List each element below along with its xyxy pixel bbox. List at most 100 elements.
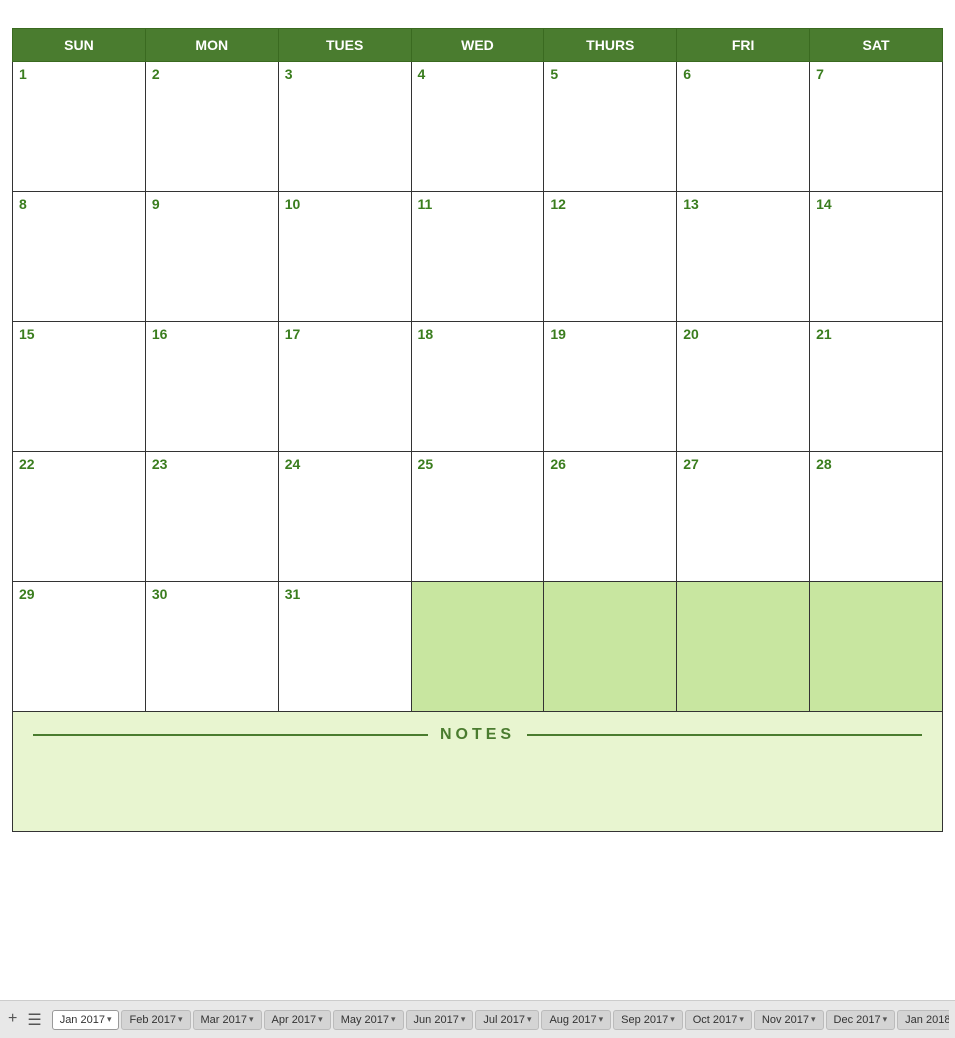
calendar-day-cell[interactable]: 1	[13, 62, 146, 192]
calendar-day-cell[interactable]: 20	[677, 322, 810, 452]
tab-items-container: Jan 2017▾Feb 2017▾Mar 2017▾Apr 2017▾May …	[52, 1010, 949, 1030]
add-tab-icon[interactable]: +	[6, 1008, 19, 1032]
tab-item-aug-2017[interactable]: Aug 2017▾	[541, 1010, 611, 1030]
tab-dropdown-arrow[interactable]: ▾	[599, 1014, 604, 1025]
tab-dropdown-arrow[interactable]: ▾	[811, 1014, 816, 1025]
calendar-week-3: 15 16 17 18 19 20 21	[13, 322, 943, 452]
tab-item-mar-2017[interactable]: Mar 2017▾	[193, 1010, 262, 1030]
day-number: 18	[418, 326, 434, 342]
calendar-day-cell[interactable]: 5	[544, 62, 677, 192]
day-number: 27	[683, 456, 699, 472]
tab-label: Aug 2017	[549, 1014, 596, 1026]
calendar-day-cell[interactable]: 7	[810, 62, 943, 192]
calendar-day-cell[interactable]	[810, 582, 943, 712]
day-number: 6	[683, 66, 691, 82]
day-number: 16	[152, 326, 168, 342]
tab-dropdown-arrow[interactable]: ▾	[739, 1014, 744, 1025]
tab-label: Oct 2017	[693, 1014, 738, 1026]
tab-dropdown-arrow[interactable]: ▾	[670, 1014, 675, 1025]
calendar-day-cell[interactable]: 23	[145, 452, 278, 582]
calendar-day-cell[interactable]: 10	[278, 192, 411, 322]
calendar-day-cell[interactable]: 26	[544, 452, 677, 582]
day-header-mon: MON	[145, 29, 278, 62]
calendar-day-cell[interactable]: 12	[544, 192, 677, 322]
calendar-day-cell[interactable]: 14	[810, 192, 943, 322]
calendar-day-cell[interactable]	[411, 582, 544, 712]
tab-item-feb-2017[interactable]: Feb 2017▾	[121, 1010, 190, 1030]
calendar-day-cell[interactable]: 13	[677, 192, 810, 322]
tab-item-jun-2017[interactable]: Jun 2017▾	[406, 1010, 474, 1030]
calendar-day-cell[interactable]: 24	[278, 452, 411, 582]
calendar-day-cell[interactable]: 25	[411, 452, 544, 582]
day-number: 1	[19, 66, 27, 82]
calendar-day-cell[interactable]: 11	[411, 192, 544, 322]
calendar-day-cell[interactable]: 28	[810, 452, 943, 582]
day-number: 28	[816, 456, 832, 472]
day-number: 23	[152, 456, 168, 472]
calendar-day-cell[interactable]: 6	[677, 62, 810, 192]
day-number: 20	[683, 326, 699, 342]
notes-label: NOTES	[440, 726, 515, 744]
tab-item-jan-2018[interactable]: Jan 2018▾	[897, 1010, 949, 1030]
tab-dropdown-arrow[interactable]: ▾	[107, 1014, 112, 1025]
calendar-day-cell[interactable]: 19	[544, 322, 677, 452]
tab-dropdown-arrow[interactable]: ▾	[318, 1014, 323, 1025]
tab-bar: + ☰ Jan 2017▾Feb 2017▾Mar 2017▾Apr 2017▾…	[0, 1000, 955, 1038]
tab-item-sep-2017[interactable]: Sep 2017▾	[613, 1010, 683, 1030]
tab-label: Jul 2017	[483, 1014, 525, 1026]
tab-dropdown-arrow[interactable]: ▾	[178, 1014, 183, 1025]
day-number: 3	[285, 66, 293, 82]
calendar-day-cell[interactable]	[677, 582, 810, 712]
calendar-week-1: 1 23 456 7	[13, 62, 943, 192]
calendar-day-cell[interactable]: 27	[677, 452, 810, 582]
tab-dropdown-arrow[interactable]: ▾	[391, 1014, 396, 1025]
calendar-day-cell[interactable]: 3	[278, 62, 411, 192]
tab-item-nov-2017[interactable]: Nov 2017▾	[754, 1010, 824, 1030]
menu-icon[interactable]: ☰	[25, 1008, 43, 1032]
day-header-fri: FRI	[677, 29, 810, 62]
notes-cell[interactable]: NOTES	[13, 712, 943, 832]
tab-dropdown-arrow[interactable]: ▾	[249, 1014, 254, 1025]
calendar-day-cell[interactable]: 8	[13, 192, 146, 322]
tab-item-apr-2017[interactable]: Apr 2017▾	[264, 1010, 331, 1030]
calendar-day-cell[interactable]: 2	[145, 62, 278, 192]
day-number: 17	[285, 326, 301, 342]
tab-label: Apr 2017	[272, 1014, 317, 1026]
calendar-week-4: 22 23 242526 27 28	[13, 452, 943, 582]
tab-item-oct-2017[interactable]: Oct 2017▾	[685, 1010, 752, 1030]
day-number: 30	[152, 586, 168, 602]
tab-label: Dec 2017	[834, 1014, 881, 1026]
calendar-day-cell[interactable]: 16	[145, 322, 278, 452]
calendar-day-cell[interactable]	[544, 582, 677, 712]
tab-item-jan-2017[interactable]: Jan 2017▾	[52, 1010, 120, 1030]
day-header-thurs: THURS	[544, 29, 677, 62]
notes-line-left	[33, 734, 428, 736]
tab-dropdown-arrow[interactable]: ▾	[527, 1014, 532, 1025]
calendar-day-cell[interactable]: 22	[13, 452, 146, 582]
day-header-tues: TUES	[278, 29, 411, 62]
notes-inner: NOTES	[33, 722, 922, 744]
tab-item-jul-2017[interactable]: Jul 2017▾	[475, 1010, 539, 1030]
tab-label: Jan 2017	[60, 1014, 105, 1026]
tab-label: Mar 2017	[201, 1014, 247, 1026]
calendar-day-cell[interactable]: 31	[278, 582, 411, 712]
calendar-day-cell[interactable]: 15	[13, 322, 146, 452]
tab-dropdown-arrow[interactable]: ▾	[461, 1014, 466, 1025]
day-number: 14	[816, 196, 832, 212]
calendar-day-cell[interactable]: 9	[145, 192, 278, 322]
tab-label: Jun 2017	[414, 1014, 459, 1026]
calendar-day-cell[interactable]: 18	[411, 322, 544, 452]
calendar-day-cell[interactable]: 4	[411, 62, 544, 192]
tab-item-may-2017[interactable]: May 2017▾	[333, 1010, 404, 1030]
tab-label: Feb 2017	[129, 1014, 175, 1026]
tab-item-dec-2017[interactable]: Dec 2017▾	[826, 1010, 896, 1030]
tab-label: Nov 2017	[762, 1014, 809, 1026]
calendar-day-cell[interactable]: 30	[145, 582, 278, 712]
tab-dropdown-arrow[interactable]: ▾	[883, 1014, 888, 1025]
day-header-row: SUNMONTUESWEDTHURSFRISAT	[13, 29, 943, 62]
calendar-day-cell[interactable]: 29	[13, 582, 146, 712]
day-number: 12	[550, 196, 566, 212]
calendar-container: SUNMONTUESWEDTHURSFRISAT 123456789101112…	[0, 0, 955, 1000]
calendar-day-cell[interactable]: 17	[278, 322, 411, 452]
calendar-day-cell[interactable]: 21	[810, 322, 943, 452]
